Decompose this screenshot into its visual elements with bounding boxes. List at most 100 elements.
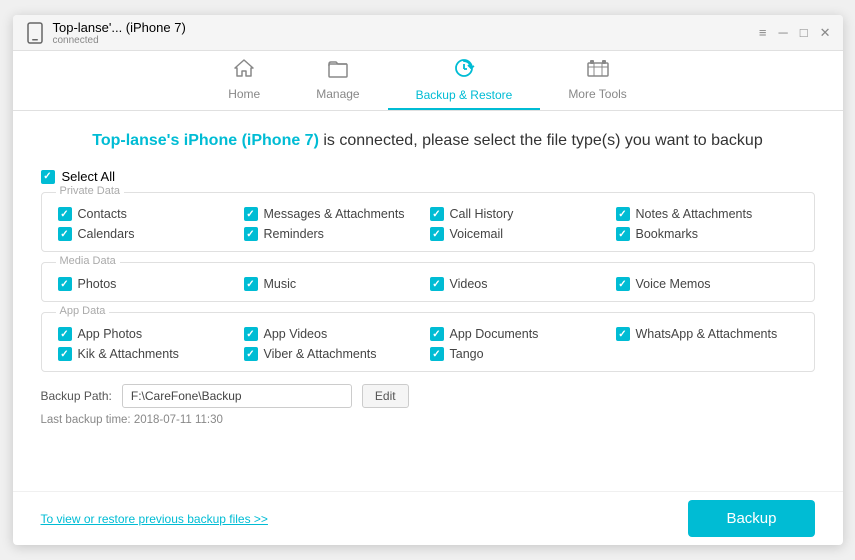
title-bar: Top-lanse'... (iPhone 7) connected ≡ ─ □…	[13, 15, 843, 51]
main-content: Top-lanse's iPhone (iPhone 7) is connect…	[13, 111, 843, 491]
voicemail-label: Voicemail	[450, 227, 504, 241]
media-data-label: Media Data	[56, 255, 120, 267]
voice-memos-label: Voice Memos	[636, 277, 711, 291]
nav-home-label: Home	[228, 87, 260, 101]
backup-restore-icon	[452, 57, 476, 85]
nav-bar: Home Manage Backup & Restore	[13, 51, 843, 111]
home-icon	[233, 58, 255, 84]
backup-path-label: Backup Path:	[41, 389, 112, 403]
app-documents-checkbox[interactable]: ✓	[430, 327, 444, 341]
list-item[interactable]: ✓ Calendars	[58, 227, 240, 241]
app-data-section: App Data ✓ App Photos ✓ App Videos ✓ App…	[41, 312, 815, 372]
list-item[interactable]: ✓ Kik & Attachments	[58, 347, 240, 361]
call-history-checkbox[interactable]: ✓	[430, 207, 444, 221]
maximize-button[interactable]: □	[798, 25, 810, 40]
title-left: Top-lanse'... (iPhone 7) connected	[27, 20, 186, 46]
private-data-grid: ✓ Contacts ✓ Messages & Attachments ✓ Ca…	[58, 207, 798, 241]
app-documents-label: App Documents	[450, 327, 539, 341]
viber-checkbox[interactable]: ✓	[244, 347, 258, 361]
headline-text: is connected, please select the file typ…	[319, 132, 763, 149]
list-item[interactable]: ✓ App Photos	[58, 327, 240, 341]
list-item[interactable]: ✓ Contacts	[58, 207, 240, 221]
app-data-label: App Data	[56, 305, 110, 317]
messages-checkbox[interactable]: ✓	[244, 207, 258, 221]
connection-status: connected	[53, 35, 186, 46]
checkbox-check-icon: ✓	[43, 171, 51, 182]
tango-label: Tango	[450, 347, 484, 361]
media-data-section: Media Data ✓ Photos ✓ Music ✓ Videos ✓ V…	[41, 262, 815, 302]
list-item[interactable]: ✓ Photos	[58, 277, 240, 291]
videos-checkbox[interactable]: ✓	[430, 277, 444, 291]
app-photos-checkbox[interactable]: ✓	[58, 327, 72, 341]
backup-path-input[interactable]	[122, 384, 352, 408]
videos-label: Videos	[450, 277, 488, 291]
list-item[interactable]: ✓ Videos	[430, 277, 612, 291]
list-item[interactable]: ✓ Messages & Attachments	[244, 207, 426, 221]
window-controls: ≡ ─ □ ✕	[757, 25, 833, 41]
notes-label: Notes & Attachments	[636, 207, 753, 221]
whatsapp-label: WhatsApp & Attachments	[636, 327, 778, 341]
bottom-bar: To view or restore previous backup files…	[13, 491, 843, 545]
list-item[interactable]: ✓ Reminders	[244, 227, 426, 241]
list-item[interactable]: ✓ Call History	[430, 207, 612, 221]
nav-backup-restore[interactable]: Backup & Restore	[388, 51, 541, 110]
list-item[interactable]: ✓ Viber & Attachments	[244, 347, 426, 361]
list-item[interactable]: ✓ Voice Memos	[616, 277, 798, 291]
close-button[interactable]: ✕	[818, 25, 833, 41]
kik-checkbox[interactable]: ✓	[58, 347, 72, 361]
photos-checkbox[interactable]: ✓	[58, 277, 72, 291]
menu-button[interactable]: ≡	[757, 25, 769, 40]
kik-label: Kik & Attachments	[78, 347, 179, 361]
backup-path-row: Backup Path: Edit	[41, 384, 815, 408]
reminders-checkbox[interactable]: ✓	[244, 227, 258, 241]
nav-manage[interactable]: Manage	[288, 51, 387, 110]
list-item[interactable]: ✓ WhatsApp & Attachments	[616, 327, 798, 341]
app-data-grid: ✓ App Photos ✓ App Videos ✓ App Document…	[58, 327, 798, 361]
edit-path-button[interactable]: Edit	[362, 384, 409, 408]
music-checkbox[interactable]: ✓	[244, 277, 258, 291]
list-item[interactable]: ✓ Tango	[430, 347, 612, 361]
select-all-row[interactable]: ✓ Select All	[41, 169, 815, 184]
app-videos-checkbox[interactable]: ✓	[244, 327, 258, 341]
app-window: Top-lanse'... (iPhone 7) connected ≡ ─ □…	[13, 15, 843, 545]
bookmarks-checkbox[interactable]: ✓	[616, 227, 630, 241]
minimize-button[interactable]: ─	[777, 25, 790, 40]
backup-button[interactable]: Backup	[688, 500, 814, 537]
list-item[interactable]: ✓ App Videos	[244, 327, 426, 341]
nav-more-tools[interactable]: More Tools	[540, 51, 654, 110]
calendars-checkbox[interactable]: ✓	[58, 227, 72, 241]
manage-icon	[327, 58, 349, 84]
device-info: Top-lanse'... (iPhone 7) connected	[53, 20, 186, 46]
voicemail-checkbox[interactable]: ✓	[430, 227, 444, 241]
contacts-label: Contacts	[78, 207, 127, 221]
tango-checkbox[interactable]: ✓	[430, 347, 444, 361]
select-all-label: Select All	[62, 169, 115, 184]
private-data-label: Private Data	[56, 185, 125, 197]
photos-label: Photos	[78, 277, 117, 291]
nav-more-tools-label: More Tools	[568, 87, 626, 101]
list-item[interactable]: ✓ Notes & Attachments	[616, 207, 798, 221]
reminders-label: Reminders	[264, 227, 324, 241]
select-all-checkbox[interactable]: ✓	[41, 170, 55, 184]
contacts-checkbox[interactable]: ✓	[58, 207, 72, 221]
app-photos-label: App Photos	[78, 327, 143, 341]
nav-home[interactable]: Home	[200, 51, 288, 110]
whatsapp-checkbox[interactable]: ✓	[616, 327, 630, 341]
headline: Top-lanse's iPhone (iPhone 7) is connect…	[41, 129, 815, 153]
music-label: Music	[264, 277, 297, 291]
notes-checkbox[interactable]: ✓	[616, 207, 630, 221]
restore-link[interactable]: To view or restore previous backup files…	[41, 512, 268, 526]
list-item[interactable]: ✓ Voicemail	[430, 227, 612, 241]
private-data-section: Private Data ✓ Contacts ✓ Messages & Att…	[41, 192, 815, 252]
list-item[interactable]: ✓ Music	[244, 277, 426, 291]
more-tools-icon	[586, 58, 610, 84]
headline-device: Top-lanse's iPhone (iPhone 7)	[92, 132, 319, 149]
device-name: Top-lanse'... (iPhone 7)	[53, 20, 186, 35]
list-item[interactable]: ✓ App Documents	[430, 327, 612, 341]
calendars-label: Calendars	[78, 227, 135, 241]
list-item[interactable]: ✓ Bookmarks	[616, 227, 798, 241]
last-backup-time: Last backup time: 2018-07-11 11:30	[41, 414, 815, 426]
voice-memos-checkbox[interactable]: ✓	[616, 277, 630, 291]
phone-icon	[27, 22, 45, 44]
viber-label: Viber & Attachments	[264, 347, 377, 361]
